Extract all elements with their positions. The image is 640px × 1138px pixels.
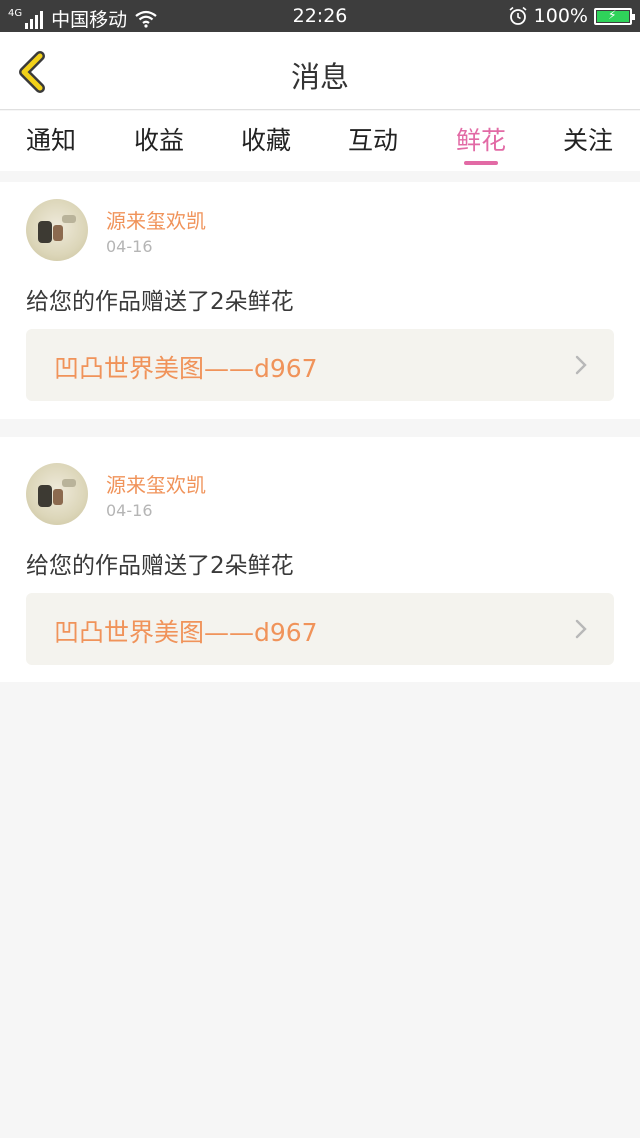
page-title: 消息 [290, 60, 349, 94]
message-card: 源来玺欢凯 04-16 给您的作品赠送了2朵鲜花 凹凸世界美图——d967 [0, 182, 640, 419]
message-date: 04-16 [106, 237, 153, 256]
work-link[interactable]: 凹凸世界美图——d967 [26, 593, 614, 665]
tab-earnings[interactable]: 收益 [114, 121, 204, 157]
alarm-icon [509, 6, 527, 25]
tab-favorites[interactable]: 收藏 [221, 121, 311, 157]
tab-bar: 通知 收益 收藏 互动 鲜花 关注 [0, 111, 640, 171]
sender-username[interactable]: 源来玺欢凯 [106, 469, 206, 498]
active-tab-indicator [464, 161, 498, 165]
tab-notifications[interactable]: 通知 [6, 121, 96, 157]
message-card: 源来玺欢凯 04-16 给您的作品赠送了2朵鲜花 凹凸世界美图——d967 [0, 437, 640, 682]
battery-percent: 100% [533, 5, 588, 27]
tab-follow[interactable]: 关注 [543, 121, 633, 157]
avatar[interactable] [26, 199, 88, 261]
work-link[interactable]: 凹凸世界美图——d967 [26, 329, 614, 401]
tab-interactions[interactable]: 互动 [328, 121, 418, 157]
tab-flowers[interactable]: 鲜花 [436, 121, 526, 165]
work-title: 凹凸世界美图——d967 [54, 618, 318, 647]
header: 消息 [0, 32, 640, 110]
chevron-right-icon [575, 619, 587, 639]
work-title: 凹凸世界美图——d967 [54, 354, 318, 383]
message-text: 给您的作品赠送了2朵鲜花 [26, 289, 294, 315]
message-text: 给您的作品赠送了2朵鲜花 [26, 553, 294, 579]
status-right: 100% ⚡ [508, 5, 635, 27]
status-bar: 4G 中国移动 22:26 100% ⚡ [0, 0, 640, 32]
battery-icon: ⚡ [594, 7, 635, 25]
avatar[interactable] [26, 463, 88, 525]
sender-username[interactable]: 源来玺欢凯 [106, 205, 206, 234]
message-date: 04-16 [106, 501, 153, 520]
tab-flowers-label: 鲜花 [455, 126, 506, 155]
chevron-right-icon [575, 355, 587, 375]
